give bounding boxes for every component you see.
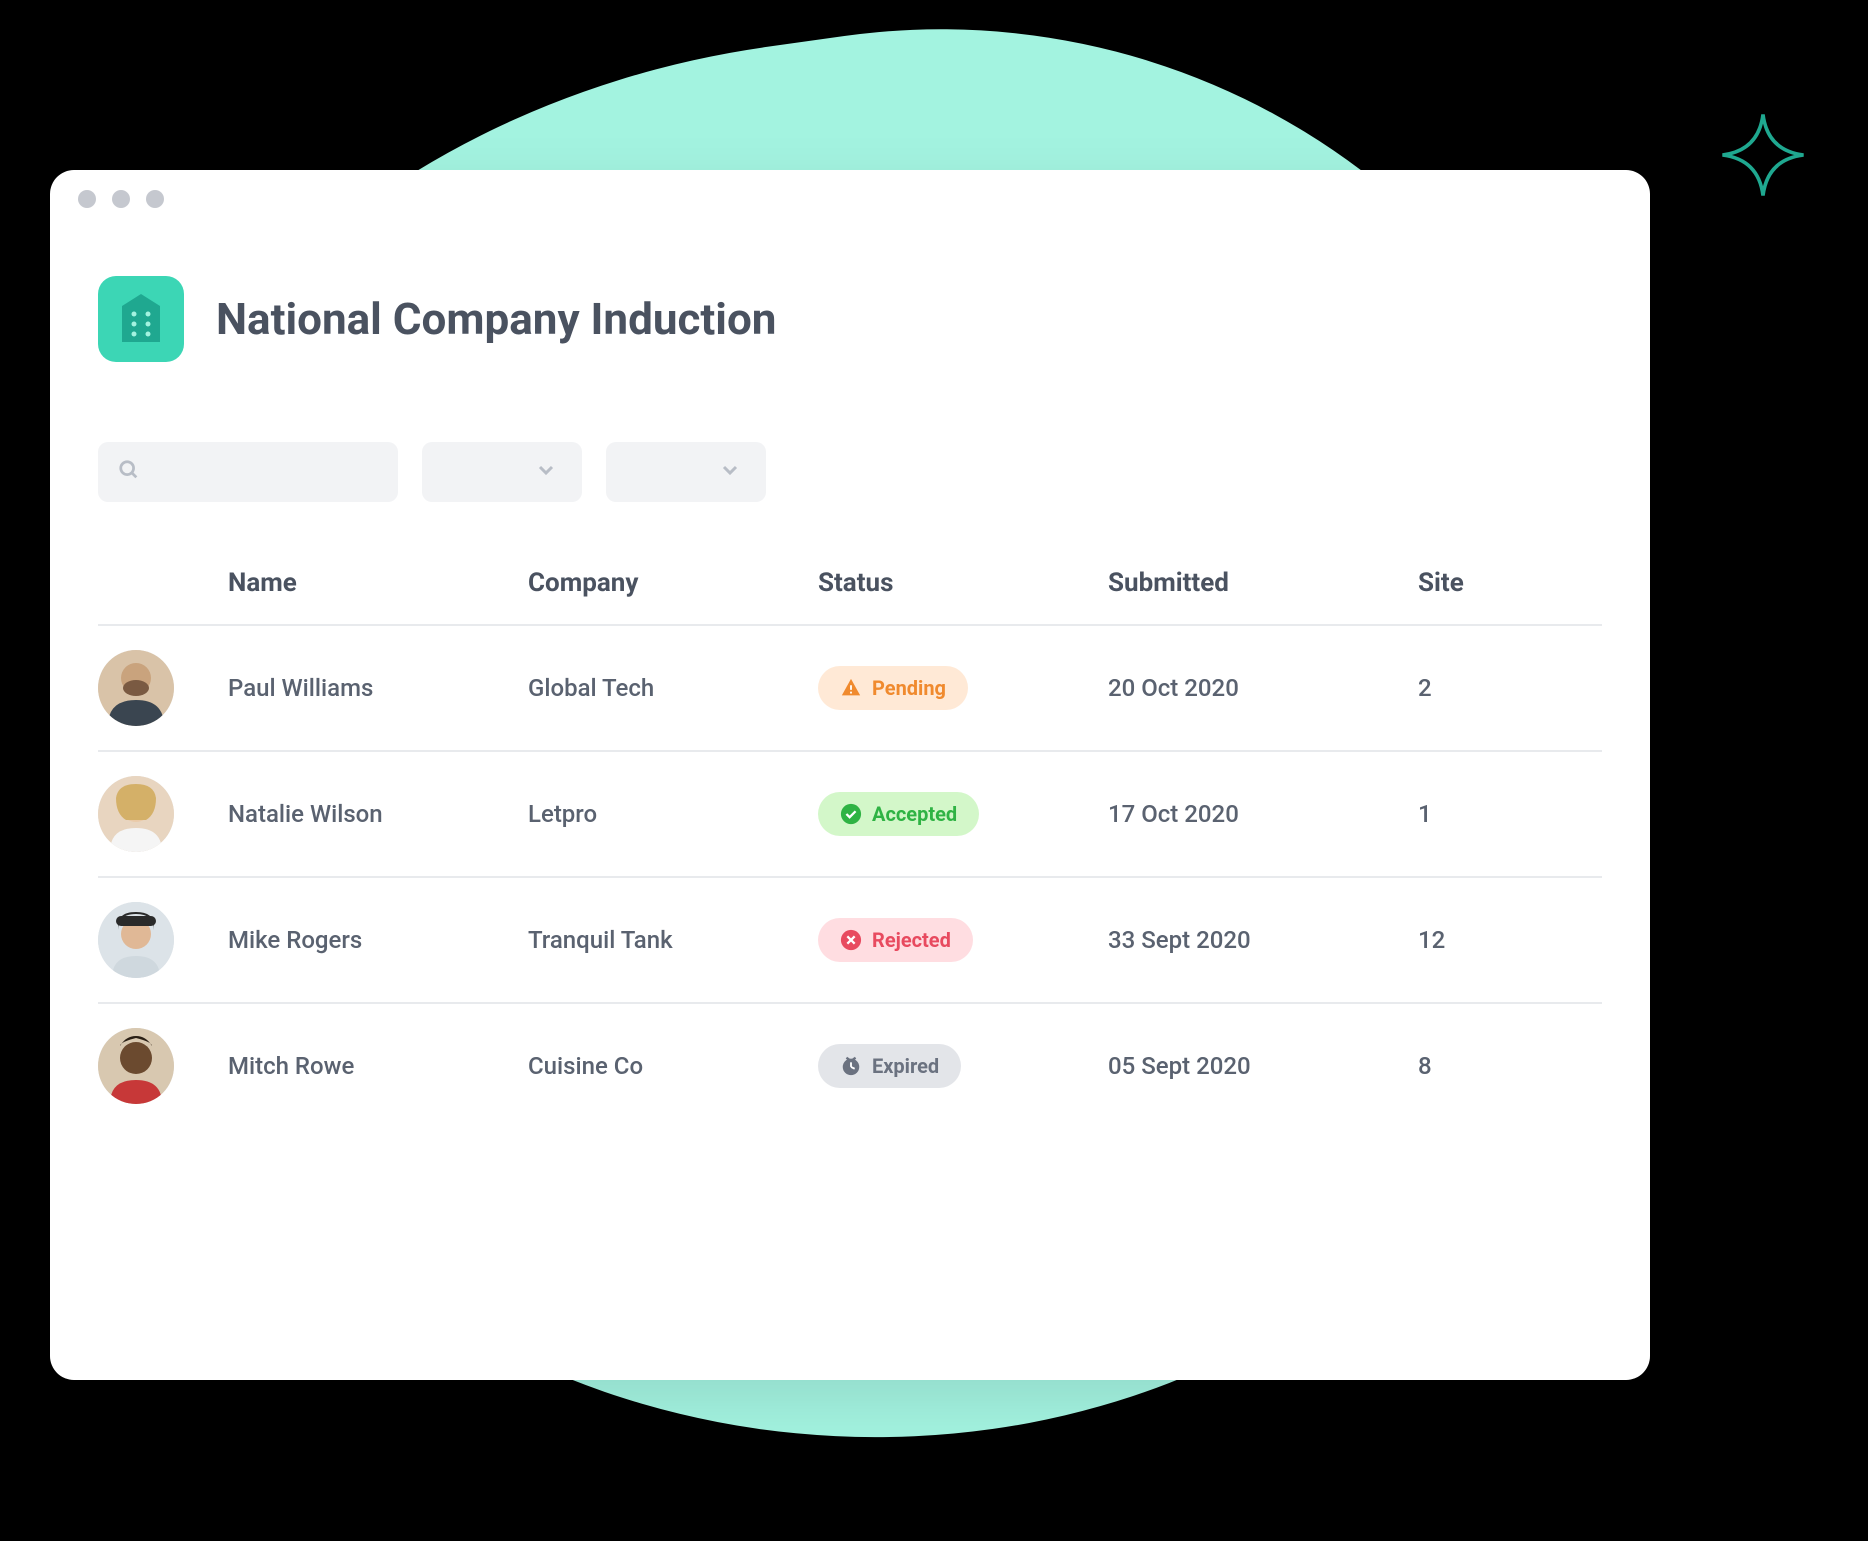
- filter-dropdown-1[interactable]: [422, 442, 582, 502]
- cell-name: Mike Rogers: [228, 926, 528, 954]
- window-control-dot[interactable]: [78, 190, 96, 208]
- cell-company: Letpro: [528, 800, 818, 828]
- inductions-table: Name Company Status Submitted Site Paul …: [98, 542, 1602, 1128]
- status-badge: Rejected: [818, 918, 973, 962]
- window-titlebar: [50, 170, 1650, 228]
- filter-dropdown-2[interactable]: [606, 442, 766, 502]
- table-row[interactable]: Mitch Rowe Cuisine Co Expired 05 Sept 20…: [98, 1004, 1602, 1128]
- cell-name: Natalie Wilson: [228, 800, 528, 828]
- search-icon: [118, 459, 140, 485]
- cell-submitted: 17 Oct 2020: [1108, 800, 1418, 828]
- cell-status: Pending: [818, 666, 1108, 710]
- window-control-dot[interactable]: [146, 190, 164, 208]
- status-label: Accepted: [872, 802, 957, 826]
- app-window: National Company Induction: [50, 170, 1650, 1380]
- page-title: National Company Induction: [216, 293, 776, 345]
- avatar: [98, 650, 174, 726]
- search-input[interactable]: [98, 442, 398, 502]
- sparkle-icon: [1718, 110, 1808, 200]
- table-row[interactable]: Paul Williams Global Tech Pending 20 Oct…: [98, 626, 1602, 752]
- x-circle-icon: [840, 929, 862, 951]
- cell-status: Accepted: [818, 792, 1108, 836]
- cell-submitted: 20 Oct 2020: [1108, 674, 1418, 702]
- status-badge: Pending: [818, 666, 968, 710]
- chevron-down-icon: [534, 458, 558, 486]
- cell-submitted: 05 Sept 2020: [1108, 1052, 1418, 1080]
- cell-company: Global Tech: [528, 674, 818, 702]
- status-label: Rejected: [872, 928, 951, 952]
- table-row[interactable]: Mike Rogers Tranquil Tank Rejected 33 Se…: [98, 878, 1602, 1004]
- content-area: National Company Induction: [50, 228, 1650, 1128]
- chevron-down-icon: [718, 458, 742, 486]
- column-name: Name: [228, 568, 528, 598]
- filter-bar: [98, 442, 1602, 502]
- cell-site: 1: [1418, 800, 1598, 828]
- window-control-dot[interactable]: [112, 190, 130, 208]
- column-submitted: Submitted: [1108, 568, 1418, 598]
- column-company: Company: [528, 568, 818, 598]
- table-row[interactable]: Natalie Wilson Letpro Accepted 17 Oct 20…: [98, 752, 1602, 878]
- status-label: Expired: [872, 1054, 939, 1078]
- avatar: [98, 1028, 174, 1104]
- cell-name: Paul Williams: [228, 674, 528, 702]
- avatar: [98, 902, 174, 978]
- status-badge: Expired: [818, 1044, 961, 1088]
- cell-company: Cuisine Co: [528, 1052, 818, 1080]
- page-header: National Company Induction: [98, 276, 1602, 362]
- cell-company: Tranquil Tank: [528, 926, 818, 954]
- avatar: [98, 776, 174, 852]
- cell-status: Expired: [818, 1044, 1108, 1088]
- cell-site: 12: [1418, 926, 1598, 954]
- check-circle-icon: [840, 803, 862, 825]
- status-label: Pending: [872, 676, 946, 700]
- warning-triangle-icon: [840, 677, 862, 699]
- column-site: Site: [1418, 568, 1598, 598]
- cell-site: 2: [1418, 674, 1598, 702]
- column-status: Status: [818, 568, 1108, 598]
- cell-submitted: 33 Sept 2020: [1108, 926, 1418, 954]
- status-badge: Accepted: [818, 792, 979, 836]
- table-header: Name Company Status Submitted Site: [98, 542, 1602, 626]
- cell-name: Mitch Rowe: [228, 1052, 528, 1080]
- cell-site: 8: [1418, 1052, 1598, 1080]
- cell-status: Rejected: [818, 918, 1108, 962]
- building-icon: [98, 276, 184, 362]
- clock-icon: [840, 1055, 862, 1077]
